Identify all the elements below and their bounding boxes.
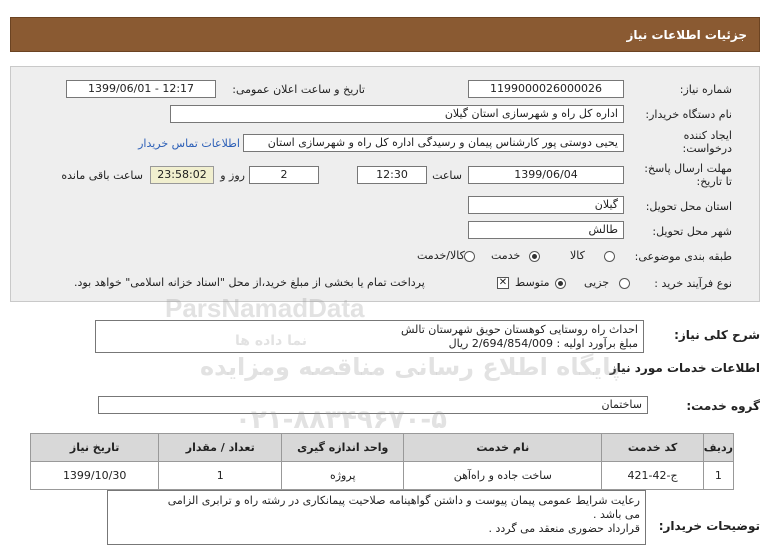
payment-note: پرداخت تمام یا بخشی از مبلغ خرید،از محل … bbox=[74, 276, 425, 289]
deadline-label-2: تا تاریخ: bbox=[696, 175, 732, 188]
summary-line-2: مبلغ برآورد اولیه : 2/694/854/009 ریال bbox=[448, 337, 638, 350]
province-field[interactable]: گیلان bbox=[468, 196, 624, 214]
announce-date-label: تاریخ و ساعت اعلان عمومی: bbox=[232, 83, 365, 96]
notes-line-2: می باشد . bbox=[593, 508, 640, 521]
cell-unit: پروژه bbox=[281, 461, 405, 490]
watermark-brand: ParsNamadData bbox=[165, 293, 365, 323]
city-field[interactable]: طالش bbox=[468, 221, 624, 239]
category-goods-service-label: کالا/خدمت bbox=[417, 249, 465, 262]
category-service-radio[interactable] bbox=[529, 251, 540, 262]
watermark-subtitle: پایگاه اطلاع رسانی مناقصه ومزایده bbox=[200, 353, 621, 381]
category-label: طبقه بندی موضوعی: bbox=[634, 250, 732, 263]
buyer-label: نام دستگاه خریدار: bbox=[645, 108, 732, 121]
cell-name: ساخت جاده و راه‌آهن bbox=[403, 461, 603, 490]
summary-box[interactable]: احداث راه روستایی کوهستان حویق شهرستان ت… bbox=[95, 320, 644, 353]
info-panel bbox=[10, 66, 760, 302]
summary-label: شرح کلی نیاز: bbox=[674, 328, 760, 342]
cell-code: ج-42-421 bbox=[601, 461, 704, 490]
watermark-tagline: نما داده ها bbox=[235, 333, 308, 349]
services-section-title: اطلاعات خدمات مورد نیاز bbox=[609, 361, 760, 375]
process-minor-radio[interactable] bbox=[619, 278, 630, 289]
col-unit-header: واحد اندازه گیری bbox=[281, 433, 405, 462]
page-title: جزئیات اطلاعات نیاز bbox=[626, 28, 747, 42]
need-number-label: شماره نیاز: bbox=[679, 83, 732, 96]
service-group-label: گروه خدمت: bbox=[686, 399, 760, 413]
deadline-time-label: ساعت bbox=[432, 169, 462, 182]
process-medium-label: متوسط bbox=[515, 276, 550, 289]
cell-row: 1 bbox=[702, 461, 735, 490]
deadline-date-field[interactable]: 1399/06/04 bbox=[468, 166, 624, 184]
days-label: روز و bbox=[220, 169, 245, 182]
city-label: شهر محل تحویل: bbox=[652, 225, 732, 238]
category-goods-label: کالا bbox=[570, 249, 585, 262]
cell-date: 1399/10/30 bbox=[29, 461, 160, 490]
col-code-header: کد خدمت bbox=[601, 433, 704, 462]
cell-qty: 1 bbox=[158, 461, 283, 490]
process-medium-radio[interactable] bbox=[555, 278, 566, 289]
deadline-time-field[interactable]: 12:30 bbox=[357, 166, 427, 184]
services-table: ردیف کد خدمت نام خدمت واحد اندازه گیری ت… bbox=[29, 433, 735, 490]
notes-line-1: رعایت شرایط عمومی پیمان پیوست و داشتن گو… bbox=[167, 494, 640, 507]
category-goods-service-radio[interactable] bbox=[464, 251, 475, 262]
col-name-header: نام خدمت bbox=[403, 433, 603, 462]
notes-box[interactable]: رعایت شرایط عمومی پیمان پیوست و داشتن گو… bbox=[107, 490, 646, 545]
notes-line-3: قرارداد حضوری منعقد می گردد . bbox=[488, 522, 641, 535]
watermark-phone: ۰۲۱-۸۸۳۴۹۶۷۰-۵ bbox=[235, 405, 448, 435]
category-goods-radio[interactable] bbox=[604, 251, 615, 262]
buyer-field[interactable]: اداره کل راه و شهرسازی استان گیلان bbox=[170, 105, 624, 123]
buyer-contact-link[interactable]: اطلاعات تماس خریدار bbox=[138, 137, 240, 150]
province-label: استان محل تحویل: bbox=[645, 200, 732, 213]
col-row-header: ردیف bbox=[702, 433, 735, 462]
remaining-timer: 23:58:02 bbox=[150, 166, 214, 184]
announce-date-field[interactable]: 1399/06/01 - 12:17 bbox=[66, 80, 216, 98]
need-number-field[interactable]: 1199000026000026 bbox=[468, 80, 624, 98]
creator-label-2: درخواست: bbox=[682, 142, 732, 155]
col-date-header: تاریخ نیاز bbox=[29, 433, 160, 462]
col-qty-header: تعداد / مقدار bbox=[158, 433, 283, 462]
payment-checkbox[interactable]: ✕ bbox=[497, 277, 509, 289]
deadline-label-1: مهلت ارسال پاسخ: bbox=[644, 162, 732, 175]
process-label: نوع فرآیند خرید : bbox=[654, 277, 732, 290]
table-row[interactable]: 1 ج-42-421 ساخت جاده و راه‌آهن پروژه 1 1… bbox=[29, 461, 735, 490]
category-service-label: خدمت bbox=[491, 249, 521, 262]
days-remaining-field[interactable]: 2 bbox=[249, 166, 319, 184]
summary-line-1: احداث راه روستایی کوهستان حویق شهرستان ت… bbox=[400, 323, 638, 336]
remaining-label: ساعت باقی مانده bbox=[61, 169, 143, 182]
creator-label-1: ایجاد کننده bbox=[683, 129, 732, 142]
page-header: جزئیات اطلاعات نیاز bbox=[10, 17, 760, 52]
creator-field[interactable]: یحیی دوستی پور کارشناس پیمان و رسیدگی اد… bbox=[243, 134, 624, 152]
process-minor-label: جزیی bbox=[584, 276, 610, 289]
notes-label: توضیحات خریدار: bbox=[658, 519, 760, 533]
